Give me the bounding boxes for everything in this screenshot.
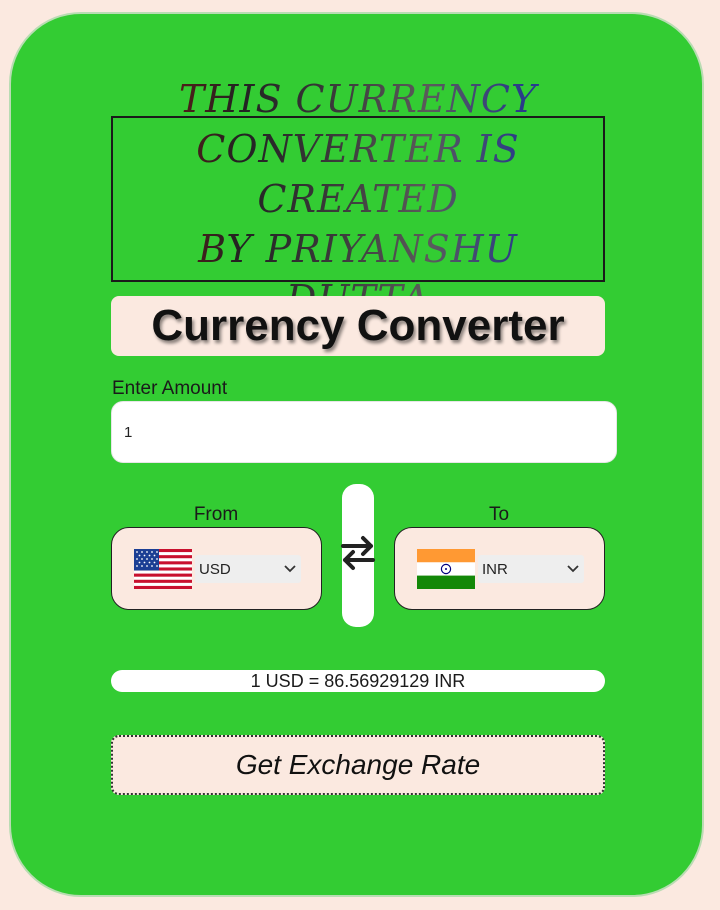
from-label: From: [193, 504, 239, 525]
swap-button[interactable]: [341, 484, 375, 627]
india-flag-icon: [417, 549, 475, 589]
credit-banner: THIS CURRENCY CONVERTER IS CREATED BY PR…: [111, 116, 605, 282]
get-exchange-rate-button[interactable]: Get Exchange Rate: [111, 735, 605, 795]
amount-input[interactable]: [111, 401, 617, 463]
page-title: Currency Converter: [151, 301, 565, 350]
from-currency-select[interactable]: USD: [195, 555, 301, 583]
to-currency-box: INR: [394, 527, 605, 610]
swap-arrows-icon: [341, 533, 375, 578]
to-currency-select[interactable]: INR: [478, 555, 584, 583]
chevron-down-icon: [279, 559, 301, 579]
converter-card: THIS CURRENCY CONVERTER IS CREATED BY PR…: [9, 12, 704, 897]
to-currency-value: INR: [482, 560, 508, 578]
us-flag-icon: [134, 549, 192, 589]
from-currency-box: USD: [111, 527, 322, 610]
credit-text: THIS CURRENCY CONVERTER IS CREATED BY PR…: [123, 74, 593, 324]
page-title-box: Currency Converter: [111, 296, 605, 356]
amount-label: Enter Amount: [112, 378, 228, 399]
credit-line-1: THIS CURRENCY: [178, 77, 538, 121]
chevron-down-icon: [562, 559, 584, 579]
to-label: To: [488, 504, 510, 525]
exchange-result: 1 USD = 86.56929129 INR: [111, 670, 605, 692]
from-currency-value: USD: [199, 560, 231, 578]
credit-line-2: CONVERTER IS CREATED: [196, 127, 520, 221]
